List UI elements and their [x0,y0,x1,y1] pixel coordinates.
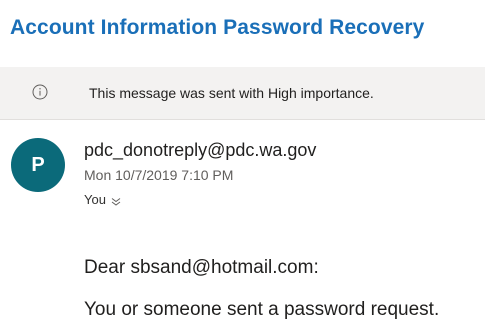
email-subject: Account Information Password Recovery [10,16,425,39]
sent-date: Mon 10/7/2019 7:10 PM [84,167,234,183]
importance-banner: This message was sent with High importan… [0,67,485,120]
importance-banner-text: This message was sent with High importan… [89,85,374,101]
body-greeting: Dear sbsand@hotmail.com: [84,257,319,278]
recipient-label: You [84,192,106,207]
body-line: You or someone sent a password request. [84,299,440,320]
recipient-toggle[interactable]: You [84,192,122,207]
email-reading-pane: Account Information Password Recovery Th… [0,0,485,325]
sender-address[interactable]: pdc_donotreply@pdc.wa.gov [84,140,316,161]
chevron-down-icon[interactable] [110,195,122,206]
info-icon [32,84,48,100]
avatar-initial: P [31,153,45,176]
sender-avatar[interactable]: P [11,138,65,192]
